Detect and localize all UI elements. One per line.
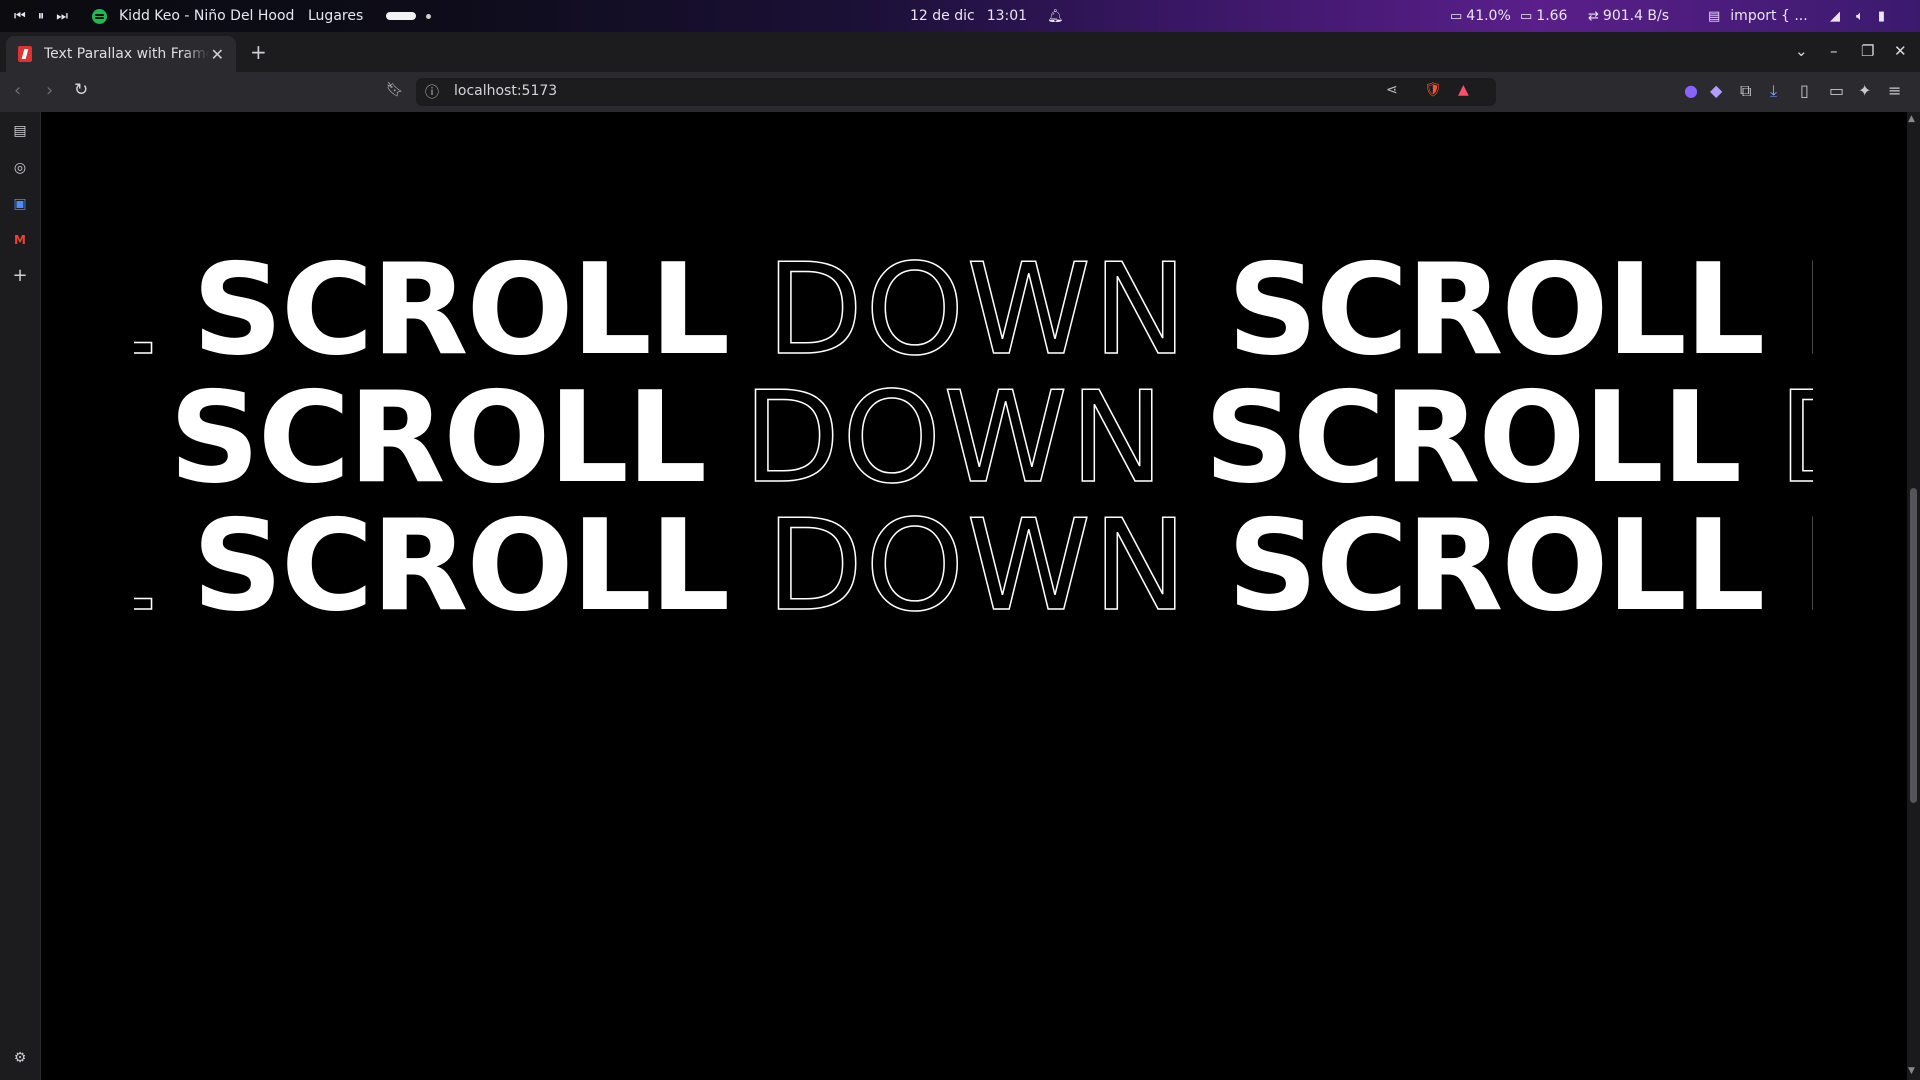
clipboard-text: import { ... <box>1730 8 1808 24</box>
clock-time: 13:01 <box>986 8 1028 24</box>
menu-hamburger-icon[interactable]: ≡ <box>1888 81 1901 100</box>
sidebar-settings-gear-icon[interactable]: ⚙ <box>12 1050 28 1066</box>
parallax-word-solid: SCROLL <box>192 492 730 639</box>
forward-icon[interactable]: › <box>46 80 53 101</box>
volume-icon: 🔈︎ <box>1856 8 1864 24</box>
parallax-word-outline: DOWN <box>765 492 1190 639</box>
monitor-icon: ▭ <box>1520 8 1533 24</box>
now-playing-track: Kidd Keo - Niño Del Hood <box>119 8 295 24</box>
spotify-icon <box>92 8 107 24</box>
cpu-icon: ▭ <box>1450 8 1463 24</box>
workspace-dot[interactable] <box>426 13 431 19</box>
network-transfer-icon: ⇄ <box>1588 8 1599 24</box>
parallax-word-outline: DOWN <box>1800 247 1813 383</box>
workspace-indicator[interactable] <box>386 0 431 32</box>
tab-search-chevron-icon[interactable]: ⌄ <box>1795 42 1808 60</box>
bookmark-icon[interactable]: 🔖︎ <box>386 82 404 98</box>
wallet-diamond-icon[interactable]: ◆ <box>1710 81 1722 100</box>
net-value: 901.4 B/s <box>1602 8 1670 24</box>
scrollbar-thumb[interactable] <box>1910 488 1917 803</box>
close-window-icon[interactable]: ✕ <box>1894 42 1907 60</box>
sidebar-app-icon[interactable]: ◎ <box>12 160 28 176</box>
extensions-puzzle-icon[interactable]: ⧉ <box>1740 81 1751 101</box>
battery-icon: ▮ <box>1877 8 1885 24</box>
add-sidebar-item-icon[interactable]: + <box>12 267 28 285</box>
notification-bell-icon: 🔔︎ <box>1047 8 1064 24</box>
gmail-icon[interactable]: M <box>12 232 28 248</box>
places-menu[interactable]: Lugares <box>308 0 363 32</box>
parallax-word-solid: SCROLL <box>192 247 730 383</box>
tab-title: Text Parallax with Framer Motion <box>44 46 209 62</box>
cpu-indicator[interactable]: ▭ 41.0% <box>1450 0 1511 32</box>
browser-sidebar: ▤ ◎ ▣ M + ⚙ <box>0 112 41 1080</box>
restore-icon[interactable]: ❐ <box>1861 42 1874 60</box>
system-status[interactable]: ◢ 🔈︎ ▮ <box>1830 0 1885 32</box>
active-workspace-pill[interactable] <box>386 12 416 20</box>
cpu-value: 41.0% <box>1466 8 1511 24</box>
parallax-word-outline: L <box>134 247 154 383</box>
new-tab-plus-icon[interactable]: + <box>250 40 267 64</box>
parallax-text-container: LSCROLLDOWNSCROLLDOWNISCROLLDOWNSCROLLDO… <box>134 247 1813 647</box>
scroll-down-arrow-icon[interactable]: ▼ <box>1908 1066 1915 1076</box>
minimize-icon[interactable]: – <box>1830 42 1838 60</box>
media-previous-icon[interactable]: ⏮ <box>14 9 26 24</box>
parallax-word-outline: DOWN <box>1777 364 1813 511</box>
back-icon[interactable]: ‹ <box>14 80 21 101</box>
brave-favicon-icon <box>18 46 32 62</box>
wifi-icon: ◢ <box>1830 8 1840 24</box>
media-pause-icon[interactable]: ⏸ <box>38 9 45 24</box>
reading-list-icon[interactable]: ▤ <box>12 123 28 139</box>
media-controls: ⏮ ⏸ ⏭ <box>14 0 68 32</box>
parallax-word-solid: SCROLL <box>1204 364 1742 511</box>
parallax-word-solid: SCROLL <box>1227 247 1765 383</box>
page-viewport: LSCROLLDOWNSCROLLDOWNISCROLLDOWNSCROLLDO… <box>41 112 1907 1080</box>
load-indicator[interactable]: ▭ 1.66 <box>1520 0 1567 32</box>
calendar-icon[interactable]: ▣ <box>12 196 28 212</box>
now-playing[interactable]: Kidd Keo - Niño Del Hood <box>92 0 294 32</box>
clipboard-icon: ▤ <box>1708 8 1721 24</box>
parallax-word-outline: DOWN <box>742 364 1167 511</box>
load-value: 1.66 <box>1536 8 1568 24</box>
share-icon[interactable]: ⋖ <box>1386 82 1398 98</box>
site-info-icon[interactable]: ⓘ <box>425 82 439 102</box>
parallax-row: LSCROLLDOWNSCROLLDOWN <box>134 247 1813 373</box>
parallax-word-solid: SCROLL <box>1227 492 1765 639</box>
scroll-up-arrow-icon[interactable]: ▲ <box>1908 114 1915 124</box>
brave-rewards-icon[interactable]: ▲ <box>1458 82 1469 98</box>
tab-strip: Text Parallax with Framer Motion ✕ <box>0 32 1920 72</box>
extension-badge-icon[interactable]: ● <box>1684 81 1698 100</box>
clipboard-indicator[interactable]: ▤ import { ... <box>1708 0 1808 32</box>
downloads-icon[interactable]: ⤓ <box>1770 81 1777 101</box>
parallax-row: LSCROLLDOWNSCROLLDOWN <box>134 502 1813 630</box>
brave-shields-icon[interactable]: 🛡︎ <box>1424 82 1442 98</box>
clock-date: 12 de dic <box>910 8 975 24</box>
parallax-row: ISCROLLDOWNSCROLLDOWN <box>134 374 1813 502</box>
sidebar-toggle-icon[interactable]: ▯ <box>1800 81 1809 100</box>
parallax-word-outline: DOWN <box>1800 492 1813 639</box>
leo-ai-icon[interactable]: ✦ <box>1858 81 1871 100</box>
places-label: Lugares <box>308 8 364 24</box>
url-text[interactable]: localhost:5173 <box>454 83 557 99</box>
parallax-word-solid: SCROLL <box>169 364 707 511</box>
system-top-bar: ⏮ ⏸ ⏭ Kidd Keo - Niño Del Hood Lugares 1… <box>0 0 1920 32</box>
reload-icon[interactable]: ↻ <box>74 80 88 100</box>
wallet-icon[interactable]: ▭ <box>1829 81 1844 100</box>
network-indicator[interactable]: ⇄ 901.4 B/s <box>1588 0 1669 32</box>
clock[interactable]: 12 de dic 13:01 🔔︎ <box>910 0 1064 32</box>
tab-close-icon[interactable]: ✕ <box>211 45 224 64</box>
media-next-icon[interactable]: ⏭ <box>56 9 68 24</box>
address-bar[interactable] <box>416 78 1496 106</box>
tab-active[interactable]: Text Parallax with Framer Motion ✕ <box>6 36 236 72</box>
parallax-word-outline: DOWN <box>765 247 1190 383</box>
parallax-word-outline: L <box>134 492 154 639</box>
